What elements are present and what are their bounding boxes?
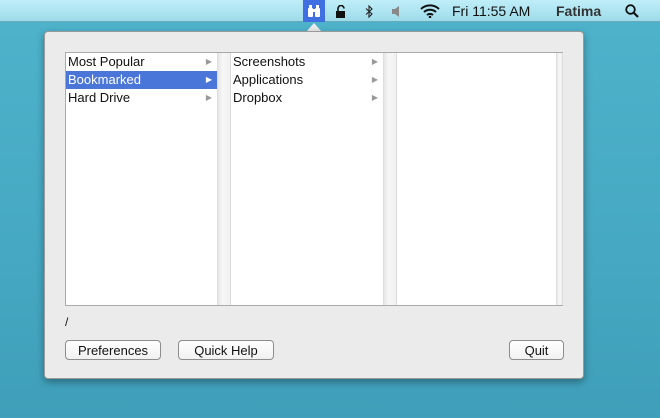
list-item-hard-drive[interactable]: Hard Drive ▶ bbox=[66, 89, 217, 107]
list-item-applications[interactable]: Applications ▶ bbox=[231, 71, 383, 89]
item-label: Bookmarked bbox=[68, 72, 141, 87]
item-label: Applications bbox=[233, 72, 304, 87]
disclosure-arrow-icon: ▶ bbox=[371, 57, 378, 66]
popover-panel: Most Popular ▶ Bookmarked ▶ Hard Drive ▶ Sc… bbox=[44, 31, 584, 379]
list-item-most-popular[interactable]: Most Popular ▶ bbox=[66, 53, 217, 71]
browser-column-2: Screenshots ▶ Applications ▶ Dropbox ▶ bbox=[231, 53, 383, 305]
column-3-scrollbar[interactable] bbox=[556, 53, 563, 305]
preferences-button[interactable]: Preferences bbox=[65, 340, 161, 360]
browser-column-3 bbox=[397, 53, 556, 305]
disclosure-arrow-icon: ▶ bbox=[205, 75, 212, 84]
column-2-scrollbar[interactable] bbox=[383, 53, 397, 305]
binoculars-icon[interactable] bbox=[303, 0, 325, 22]
wifi-icon[interactable] bbox=[419, 0, 441, 22]
item-label: Screenshots bbox=[233, 54, 306, 69]
menu-bar: Fri 11:55 AM Fatima bbox=[0, 0, 660, 22]
column-1-scrollbar[interactable] bbox=[217, 53, 231, 305]
clock[interactable]: Fri 11:55 AM bbox=[452, 0, 530, 22]
item-label: Dropbox bbox=[233, 90, 283, 105]
path-label: / bbox=[65, 315, 69, 329]
user-name[interactable]: Fatima bbox=[556, 0, 601, 22]
disclosure-arrow-icon: ▶ bbox=[371, 75, 378, 84]
disclosure-arrow-icon: ▶ bbox=[205, 93, 212, 102]
quit-button[interactable]: Quit bbox=[509, 340, 564, 360]
item-label: Most Popular bbox=[68, 54, 145, 69]
list-item-dropbox[interactable]: Dropbox ▶ bbox=[231, 89, 383, 107]
disclosure-arrow-icon: ▶ bbox=[205, 57, 212, 66]
column-browser: Most Popular ▶ Bookmarked ▶ Hard Drive ▶ Sc… bbox=[65, 52, 563, 306]
browser-column-1: Most Popular ▶ Bookmarked ▶ Hard Drive ▶ bbox=[66, 53, 217, 305]
lock-icon[interactable] bbox=[334, 0, 348, 22]
volume-icon[interactable] bbox=[389, 0, 403, 22]
spotlight-search-icon[interactable] bbox=[624, 0, 640, 22]
disclosure-arrow-icon: ▶ bbox=[371, 93, 378, 102]
item-label: Hard Drive bbox=[68, 90, 131, 105]
quick-help-button[interactable]: Quick Help bbox=[178, 340, 274, 360]
list-item-screenshots[interactable]: Screenshots ▶ bbox=[231, 53, 383, 71]
bluetooth-icon[interactable] bbox=[362, 0, 376, 22]
list-item-bookmarked[interactable]: Bookmarked ▶ bbox=[66, 71, 217, 89]
